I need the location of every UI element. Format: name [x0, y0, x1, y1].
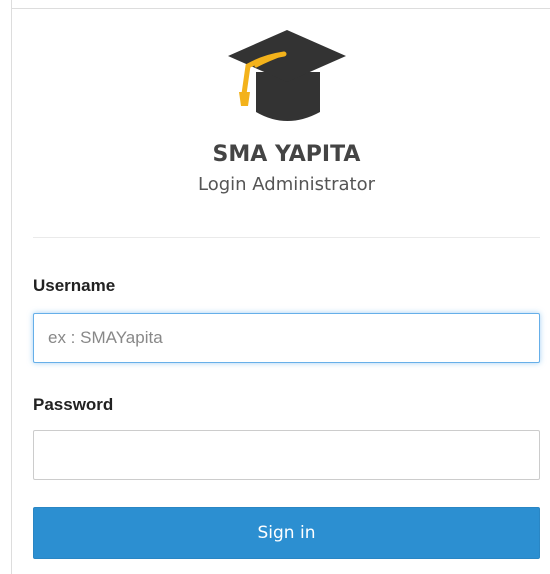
- username-input[interactable]: [33, 313, 540, 363]
- graduation-cap-icon: [227, 30, 346, 121]
- sign-in-button[interactable]: Sign in: [33, 507, 540, 559]
- panel-left-border: [11, 0, 12, 574]
- login-page: SMA YAPITA Login Administrator Username …: [0, 0, 550, 574]
- username-label: Username: [33, 276, 116, 295]
- login-header: SMA YAPITA Login Administrator: [33, 24, 540, 198]
- app-name: SMA YAPITA: [212, 142, 361, 167]
- header-divider: [33, 237, 540, 238]
- login-subtitle: Login Administrator: [198, 174, 375, 195]
- password-label: Password: [33, 395, 114, 414]
- panel-top-border: [11, 8, 550, 9]
- password-input[interactable]: [33, 430, 540, 480]
